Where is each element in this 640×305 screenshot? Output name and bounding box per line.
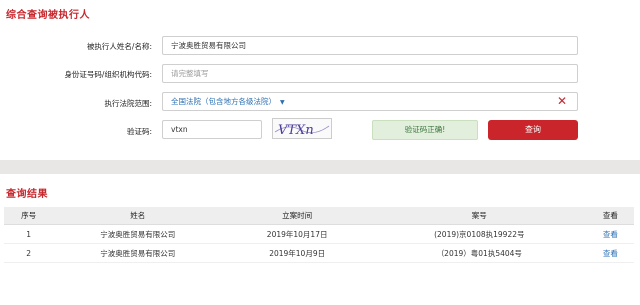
id-input-placeholder: 请完整填写: [171, 69, 209, 78]
table-header-row: 序号 姓名 立案时间 案号 查看: [4, 207, 634, 225]
view-link[interactable]: 查看: [586, 224, 634, 244]
id-input[interactable]: 请完整填写: [162, 64, 578, 83]
court-label: 执行法院范围:: [104, 99, 152, 108]
col-header-no: 序号: [4, 207, 54, 225]
captcha-image[interactable]: VTXn: [272, 118, 332, 139]
captcha-text: VTXn: [278, 123, 314, 138]
captcha-input[interactable]: vtxn: [162, 120, 262, 139]
row-date: 2019年10月17日: [222, 224, 372, 244]
row-case: （2019）粤01执5404号: [371, 243, 587, 263]
close-icon[interactable]: ✕: [557, 93, 567, 110]
col-header-case: 案号: [371, 207, 587, 225]
row-name: 宁波奥胜贸易有限公司: [53, 224, 223, 244]
col-header-name: 姓名: [53, 207, 223, 225]
results-title: 查询结果: [6, 189, 48, 200]
row-date: 2019年10月9日: [222, 243, 372, 263]
captcha-label: 验证码:: [126, 127, 152, 136]
captcha-graphic: VTXn: [274, 123, 330, 138]
results-table: 序号 姓名 立案时间 案号 查看 1 宁波奥胜贸易有限公司 2019年10月17…: [4, 207, 634, 263]
row-no: 2: [4, 243, 54, 263]
captcha-ok-message: 验证码正确!: [372, 120, 478, 140]
view-link[interactable]: 查看: [586, 243, 634, 263]
row-name: 宁波奥胜贸易有限公司: [53, 243, 223, 263]
row-no: 1: [4, 224, 54, 244]
court-select-value: 全国法院（包含地方各级法院）: [171, 97, 276, 106]
chevron-down-icon: ▼: [280, 99, 285, 106]
table-row: 1 宁波奥胜贸易有限公司 2019年10月17日 (2019)京0108执199…: [4, 224, 634, 244]
row-case: (2019)京0108执19922号: [371, 224, 587, 244]
name-label: 被执行人姓名/名称:: [86, 42, 152, 51]
table-row: 2 宁波奥胜贸易有限公司 2019年10月9日 （2019）粤01执5404号 …: [4, 243, 634, 263]
section-divider: [0, 160, 640, 174]
court-select[interactable]: 全国法院（包含地方各级法院） ▼ ✕: [162, 92, 578, 111]
query-button[interactable]: 查询: [488, 120, 578, 140]
name-input[interactable]: 宁波奥胜贸易有限公司: [162, 36, 578, 55]
col-header-view: 查看: [586, 207, 634, 225]
name-input-value: 宁波奥胜贸易有限公司: [171, 41, 246, 50]
page-title: 综合查询被执行人: [6, 10, 90, 21]
captcha-input-value: vtxn: [171, 125, 188, 134]
col-header-date: 立案时间: [222, 207, 372, 225]
id-label: 身份证号码/组织机构代码:: [64, 70, 152, 79]
